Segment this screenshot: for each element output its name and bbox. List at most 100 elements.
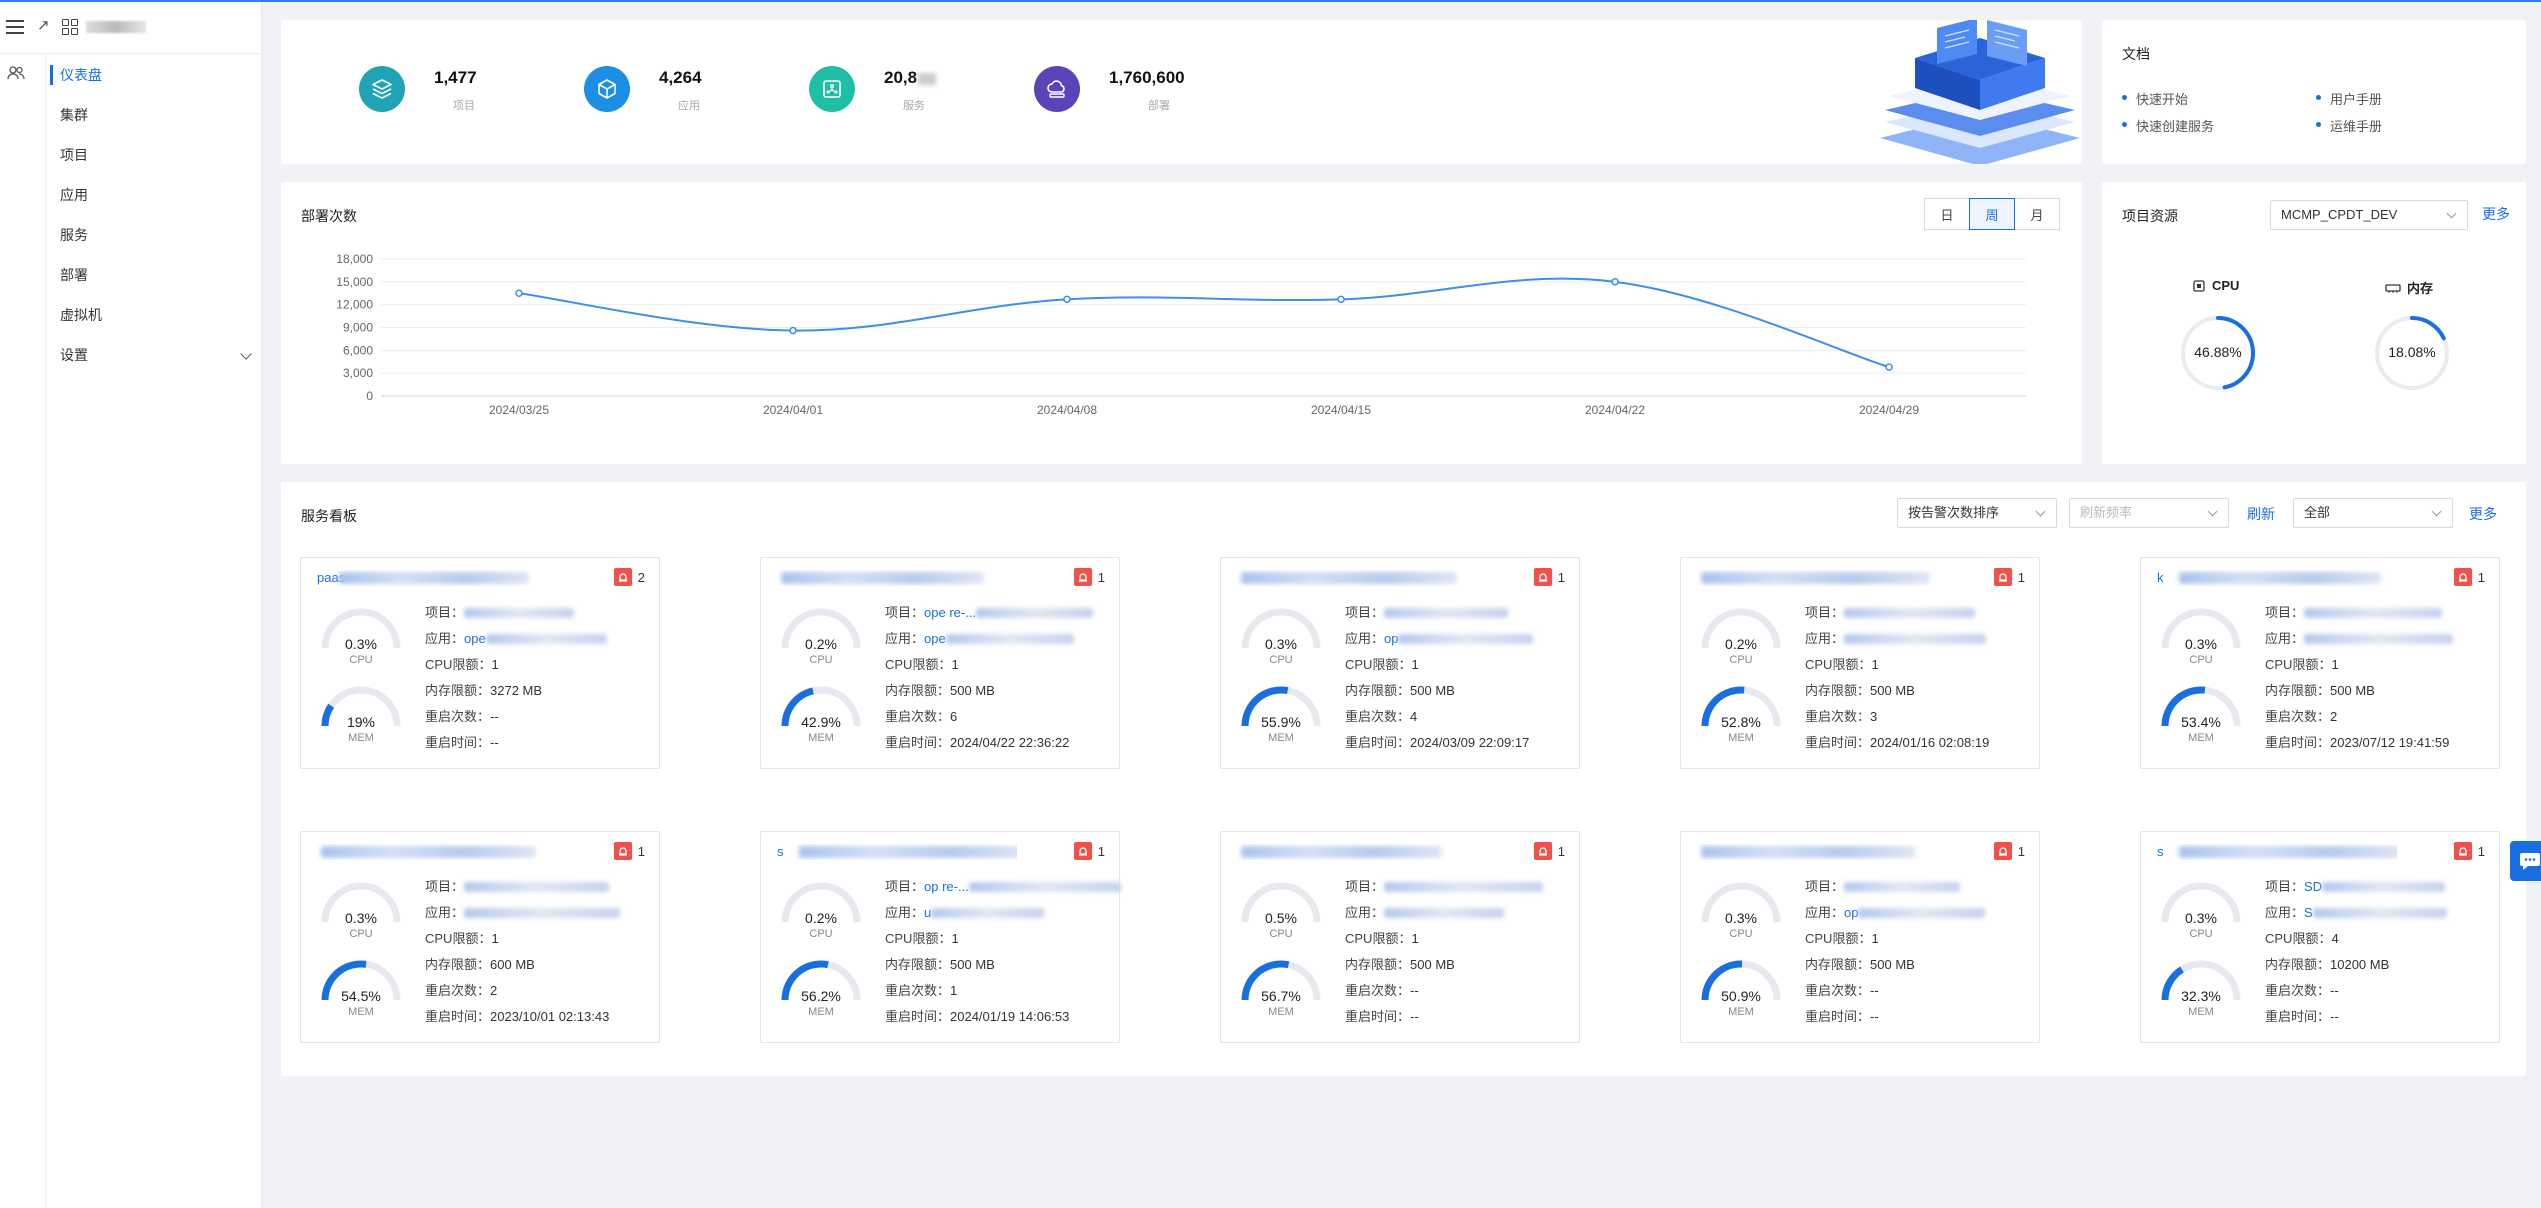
alert-count[interactable]: 1 (1533, 842, 1565, 860)
service-name[interactable] (1237, 570, 1477, 586)
alert-count[interactable]: 1 (613, 842, 645, 860)
data-point[interactable] (1611, 278, 1619, 286)
range-week-button[interactable]: 周 (1969, 198, 2015, 230)
field-value[interactable]: op re-... (924, 879, 969, 894)
mem-caption: MEM (1728, 1006, 1754, 1018)
service-card[interactable]: paas- 2 0.3% CPU 19% MEM 项目： 应用：ope CPU限额：1 内存限额：… (300, 557, 660, 769)
service-name[interactable] (1697, 844, 1937, 860)
project-select[interactable]: MCMP_CPDT_DEV (2270, 200, 2468, 230)
field-value: 2024/01/19 14:06:53 (950, 1009, 1070, 1024)
field-label: 内存限额： (1805, 683, 1871, 698)
service-field-cpu-limit: CPU限额：1 (1345, 928, 1419, 947)
alert-count[interactable]: 1 (2453, 842, 2485, 860)
sidebar-item-5[interactable]: 部署 (50, 260, 262, 300)
service-card[interactable]: k 1 0.3% CPU 53.4% MEM 项目： 应用： CPU限额：1 内存限额：500 M… (2140, 557, 2500, 769)
apps-grid-icon[interactable] (62, 19, 78, 35)
service-name[interactable]: k (2157, 570, 2397, 586)
doc-link-user-manual[interactable]: 用户手册 (2316, 89, 2382, 108)
sidebar-item-0[interactable]: 仪表盘 (50, 60, 262, 100)
field-value[interactable]: u (924, 905, 931, 920)
chip-icon (2193, 279, 2205, 292)
data-point[interactable] (789, 326, 797, 335)
service-card[interactable]: 1 0.3% CPU 54.5% MEM 项目： 应用： CPU限额：1 内存限额：600 MB… (300, 831, 660, 1043)
alert-count[interactable]: 1 (1073, 842, 1105, 860)
data-point[interactable] (1063, 295, 1071, 304)
users-icon[interactable] (7, 66, 25, 80)
service-name[interactable] (777, 570, 1017, 586)
y-tick-label: 18,000 (336, 252, 373, 266)
service-card[interactable]: 1 0.3% CPU 50.9% MEM 项目： 应用：op CPU限额：1 内存限额：500 … (1680, 831, 2040, 1043)
docs-card: 文档 快速开始 用户手册 快速创建服务 运维手册 (2102, 20, 2526, 164)
service-name[interactable] (317, 844, 557, 860)
service-name[interactable]: s (777, 844, 1017, 860)
sidebar-item-2[interactable]: 项目 (50, 140, 262, 180)
field-label: 重启次数： (1805, 709, 1871, 724)
field-value[interactable]: ope (464, 631, 486, 646)
doc-link-create-service[interactable]: 快速创建服务 (2122, 116, 2214, 135)
service-card[interactable]: s 1 0.2% CPU 56.2% MEM 项目：op re-... 应用：u CPU限额：1… (760, 831, 1121, 1043)
doc-link-ops-manual[interactable]: 运维手册 (2316, 116, 2382, 135)
sidebar-item-3[interactable]: 应用 (50, 180, 262, 220)
sidebar-item-1[interactable]: 集群 (50, 100, 262, 140)
service-name[interactable]: s (2157, 844, 2397, 860)
data-point[interactable] (1885, 363, 1893, 371)
field-value: 1 (491, 931, 499, 946)
service-name[interactable] (1237, 844, 1477, 860)
field-value: -- (490, 735, 499, 750)
field-value[interactable]: SD (2304, 879, 2322, 894)
chevron-down-icon[interactable] (240, 348, 252, 360)
sidebar-item-7[interactable]: 设置 (50, 340, 262, 380)
alert-count[interactable]: 1 (2453, 568, 2485, 586)
data-point[interactable] (515, 289, 523, 297)
service-card[interactable]: 1 0.3% CPU 55.9% MEM 项目： 应用：op CPU限额：1 内存限额：500 … (1220, 557, 1580, 769)
alert-count[interactable]: 1 (1993, 842, 2025, 860)
cpu-caption: CPU (1729, 654, 1753, 666)
service-field-mem-limit: 内存限额：500 MB (1805, 680, 1915, 699)
menu-icon[interactable] (6, 20, 24, 34)
sidebar-item-6[interactable]: 虚拟机 (50, 300, 262, 340)
data-point[interactable] (1337, 295, 1345, 304)
redacted-text (485, 634, 607, 644)
alert-count-value: 1 (1097, 843, 1105, 859)
alert-count[interactable]: 1 (1533, 568, 1565, 586)
service-name[interactable]: paas- (317, 570, 557, 586)
redacted-text (1844, 608, 1976, 618)
alert-count[interactable]: 1 (1993, 568, 2025, 586)
field-label: 内存限额： (1345, 957, 1411, 972)
cpu-caption: CPU (1269, 928, 1293, 940)
field-value[interactable]: S (2304, 905, 2313, 920)
sidebar-item-4[interactable]: 服务 (50, 220, 262, 260)
isometric-illustration (1880, 20, 2080, 164)
field-value: 1 (491, 657, 499, 672)
filter-select[interactable]: 全部 (2293, 498, 2453, 528)
service-card[interactable]: 1 0.2% CPU 42.9% MEM 项目：ope re-... 应用：ope CPU限额… (760, 557, 1120, 769)
resources-more-link[interactable]: 更多 (2482, 204, 2510, 224)
sort-select[interactable]: 按告警次数排序 (1897, 498, 2057, 528)
alert-count[interactable]: 1 (1073, 568, 1105, 586)
cpu-caption: CPU (1729, 928, 1753, 940)
field-value[interactable]: ope re-... (924, 605, 976, 620)
stat-value: 20,8 (884, 68, 937, 88)
board-title: 服务看板 (301, 508, 357, 524)
stat-label: 部署 (1148, 100, 1170, 112)
refresh-rate-select[interactable]: 刷新频率 (2069, 498, 2229, 528)
doc-link-quickstart[interactable]: 快速开始 (2122, 89, 2188, 108)
service-card[interactable]: s 1 0.3% CPU 32.3% MEM 项目：SD 应用：S CPU限额：4 内存限额：10… (2140, 831, 2500, 1043)
field-label: 项目： (425, 879, 465, 894)
chat-button[interactable] (2510, 841, 2541, 881)
field-label: CPU限额： (2265, 931, 2332, 946)
refresh-link[interactable]: 刷新 (2247, 504, 2275, 524)
cpu-usage-value: 46.88% (2194, 344, 2242, 360)
service-name[interactable] (1697, 570, 1937, 586)
service-card[interactable]: 1 0.2% CPU 52.8% MEM 项目： 应用： CPU限额：1 内存限额：500 MB… (1680, 557, 2040, 769)
service-card[interactable]: 1 0.5% CPU 56.7% MEM 项目： 应用： CPU限额：1 内存限额：500 MB… (1220, 831, 1580, 1043)
field-label: 重启次数： (1345, 983, 1411, 998)
alert-count[interactable]: 2 (613, 568, 645, 586)
service-field-project: 项目： (2265, 602, 2443, 621)
board-more-link[interactable]: 更多 (2469, 504, 2497, 524)
sidebar-rail (0, 54, 46, 1208)
field-value[interactable]: ope (924, 631, 946, 646)
pin-icon[interactable]: ↗ (37, 16, 50, 34)
field-value[interactable]: op (1384, 631, 1398, 646)
field-value[interactable]: op (1844, 905, 1858, 920)
